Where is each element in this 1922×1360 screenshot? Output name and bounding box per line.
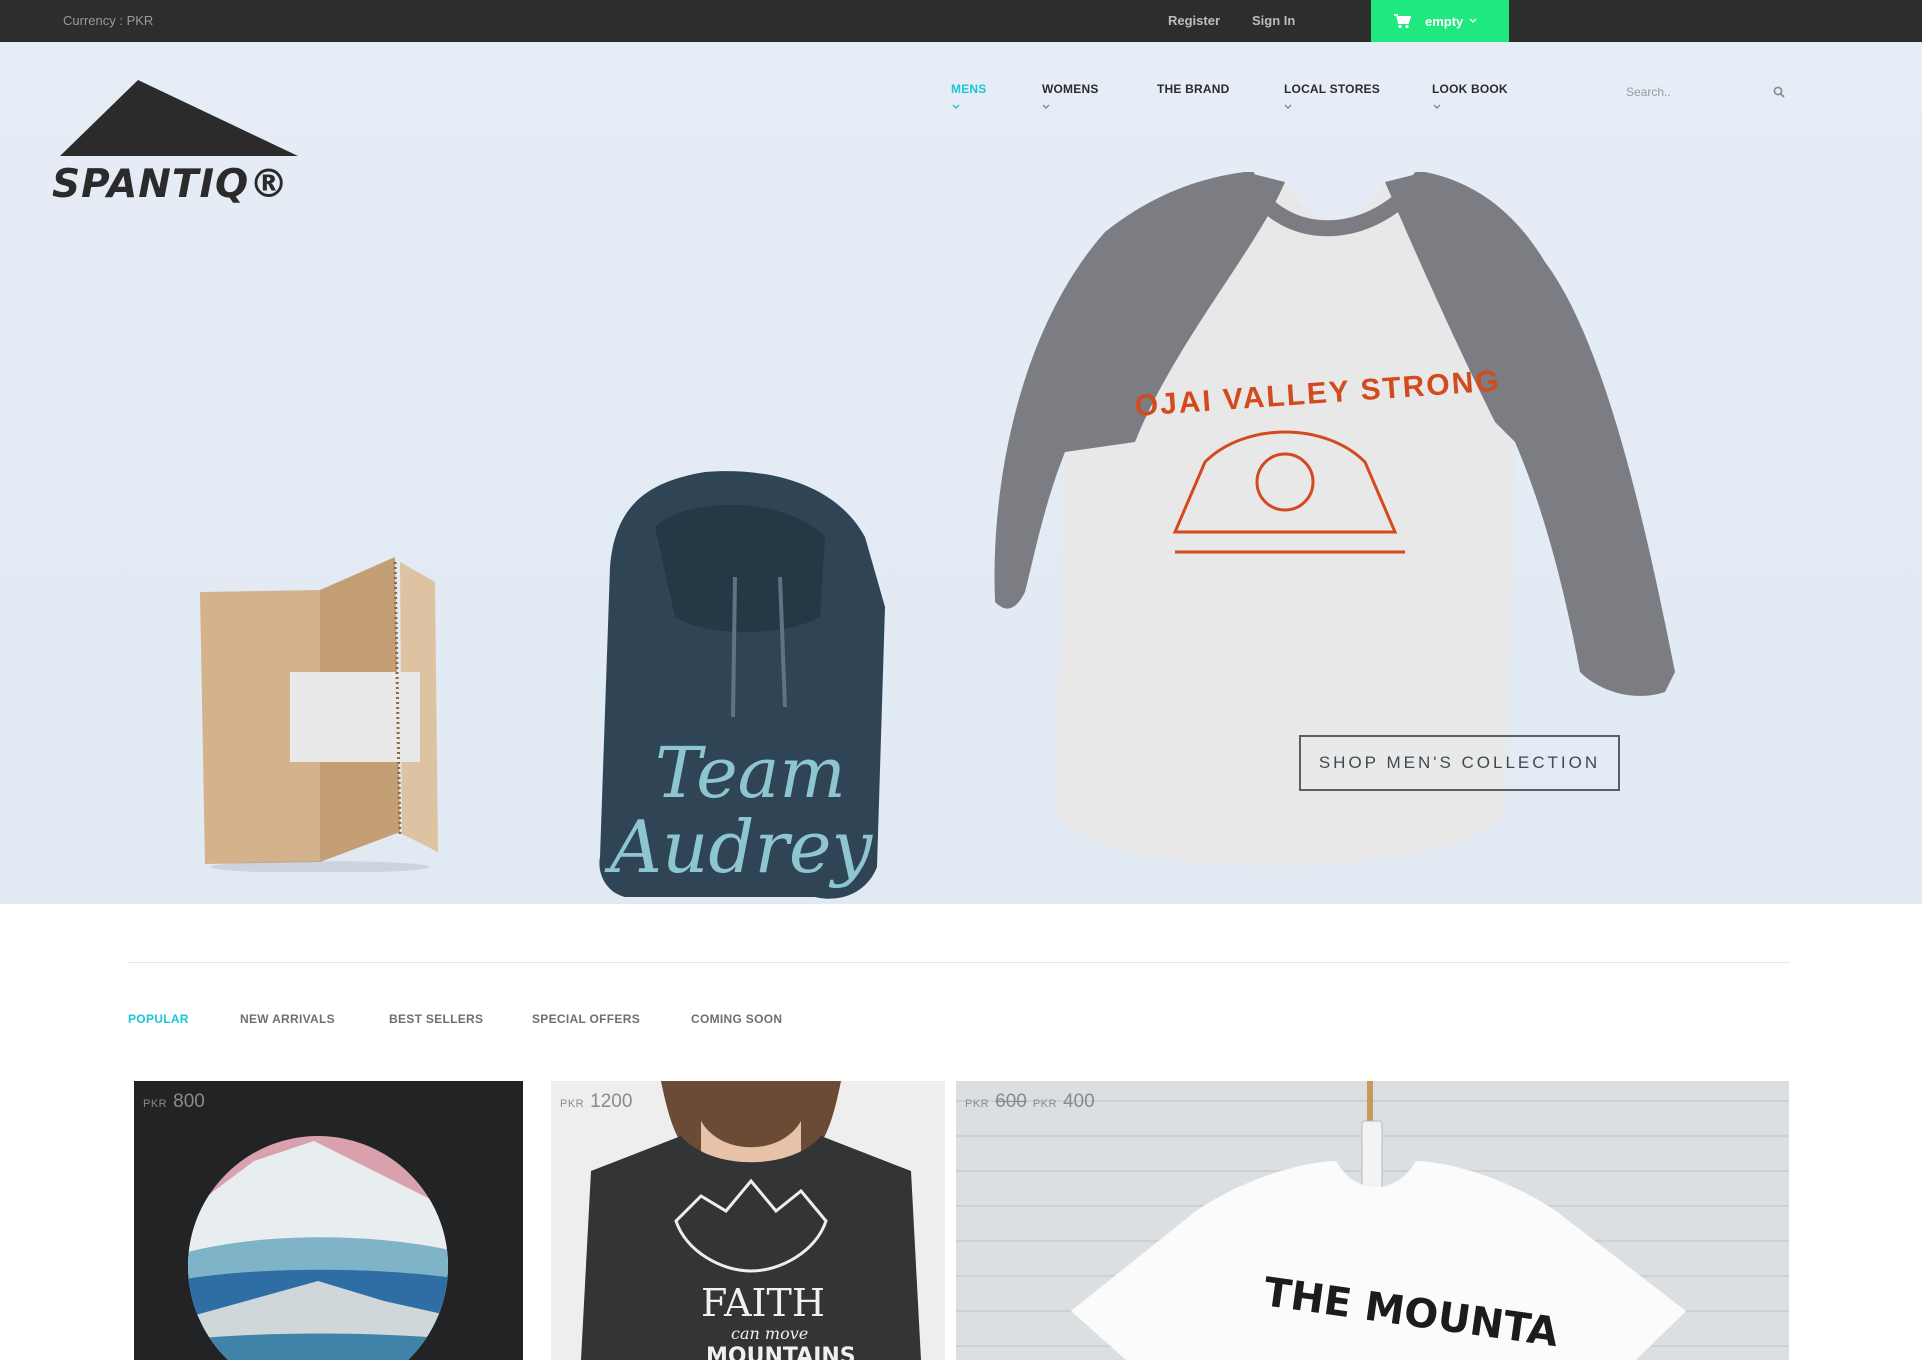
nav-mens[interactable]: MENS — [951, 82, 986, 96]
chevron-down-icon — [1042, 104, 1050, 109]
tab-popular[interactable]: POPULAR — [128, 1012, 189, 1026]
raglan-tee-image: OJAI VALLEY STRONG — [994, 172, 1675, 866]
nav-womens[interactable]: WOMENS — [1042, 82, 1099, 96]
price-currency: PKR — [965, 1098, 990, 1110]
sign-in-link[interactable]: Sign In — [1252, 13, 1295, 28]
hero-banner: SPANTIQ® Team Audrey OJAI VALLEY STRONG … — [0, 42, 1922, 904]
tab-best-sellers[interactable]: BEST SELLERS — [389, 1012, 483, 1026]
tee-print-can-move: can move — [731, 1324, 808, 1343]
currency-label[interactable]: Currency : PKR — [63, 13, 153, 28]
search-input[interactable] — [1626, 85, 1756, 99]
nav-look-book[interactable]: LOOK BOOK — [1432, 82, 1508, 96]
price-currency: PKR — [560, 1098, 585, 1110]
register-link[interactable]: Register — [1168, 13, 1220, 28]
price-value: 400 — [1062, 1091, 1095, 1112]
nav-local-stores[interactable]: LOCAL STORES — [1284, 82, 1380, 96]
chevron-down-icon — [1469, 18, 1477, 23]
search-icon[interactable] — [1773, 86, 1785, 98]
chevron-down-icon — [1284, 104, 1292, 109]
product-card[interactable]: PKR 800 — [134, 1081, 523, 1360]
tab-special-offers[interactable]: SPECIAL OFFERS — [532, 1012, 640, 1026]
chevron-down-icon — [1433, 104, 1441, 109]
product-image: THE MOUNTA — [956, 1081, 1789, 1360]
product-card[interactable]: FAITH can move MOUNTAINS PKR 1200 — [551, 1081, 945, 1360]
product-image — [188, 1136, 448, 1360]
tee-print-mountains: MOUNTAINS — [706, 1344, 856, 1360]
price-currency: PKR — [1032, 1098, 1057, 1110]
price-value: 1200 — [590, 1091, 633, 1112]
section-divider — [128, 962, 1790, 963]
brand-name: SPANTIQ® — [52, 162, 290, 207]
old-price-value: 600 — [995, 1091, 1027, 1112]
tab-coming-soon[interactable]: COMING SOON — [691, 1012, 782, 1026]
cardboard-box-image — [200, 557, 438, 872]
hoodie-image: Team Audrey — [599, 471, 885, 899]
top-bar: Currency : PKR Register Sign In empty — [0, 0, 1922, 42]
product-card[interactable]: THE MOUNTA PKR 600 PKR 400 — [956, 1081, 1789, 1360]
search-box — [1618, 72, 1793, 112]
tab-new-arrivals[interactable]: NEW ARRIVALS — [240, 1012, 335, 1026]
cart-button[interactable]: empty — [1371, 0, 1509, 42]
price-currency: PKR — [143, 1098, 168, 1110]
price-tag: PKR 600 PKR 400 — [965, 1091, 1095, 1113]
hoodie-print-line1: Team — [655, 732, 846, 814]
cart-icon — [1394, 14, 1411, 29]
shop-mens-collection-button[interactable]: SHOP MEN'S COLLECTION — [1299, 735, 1620, 791]
product-image: FAITH can move MOUNTAINS — [581, 1081, 921, 1360]
price-tag: PKR 1200 — [560, 1091, 632, 1113]
price-tag: PKR 800 — [143, 1091, 205, 1113]
price-value: 800 — [173, 1091, 205, 1112]
tee-print-faith: FAITH — [701, 1281, 825, 1325]
hoodie-print-line2: Audrey — [604, 805, 873, 889]
nav-the-brand[interactable]: THE BRAND — [1157, 82, 1229, 96]
chevron-down-icon — [952, 104, 960, 109]
cart-status: empty — [1425, 13, 1464, 29]
